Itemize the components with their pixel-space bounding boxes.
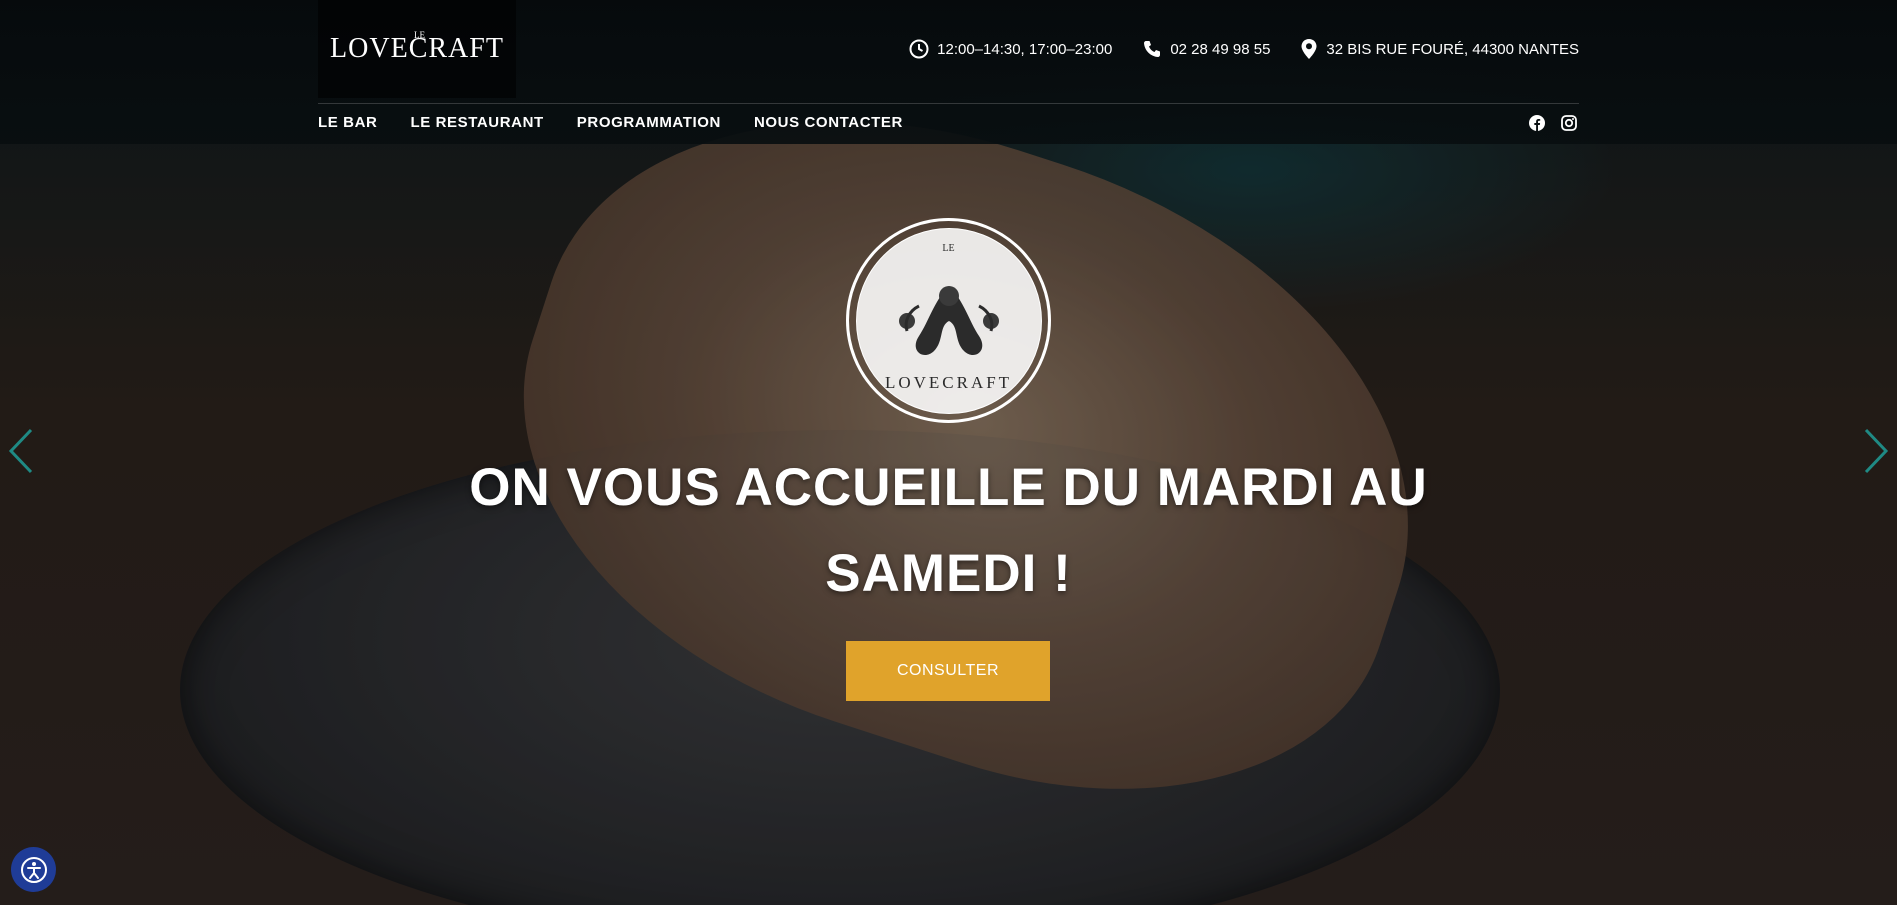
site-header: LE LOVECRAFT 12:00–14:30, 17:00–23:00 02…	[0, 0, 1897, 144]
accessibility-icon	[20, 856, 47, 883]
contact-info: 12:00–14:30, 17:00–23:00 02 28 49 98 55 …	[909, 38, 1579, 60]
nav-item-le-bar[interactable]: LE BAR	[318, 114, 377, 131]
headline-line-2: SAMEDI !	[825, 544, 1072, 603]
opening-hours: 12:00–14:30, 17:00–23:00	[909, 39, 1112, 59]
site-logo[interactable]: LE LOVECRAFT	[318, 0, 516, 98]
facebook-icon[interactable]	[1529, 115, 1545, 131]
instagram-icon[interactable]	[1561, 115, 1577, 131]
address[interactable]: 32 BIS RUE FOURÉ, 44300 NANTES	[1300, 38, 1579, 60]
hero-seal-logo: LE LOVECRAFT	[846, 218, 1051, 423]
seal-name: LOVECRAFT	[884, 372, 1013, 392]
hero-headline: ON VOUS ACCUEILLE DU MARDI AU SAMEDI !	[0, 445, 1897, 617]
nav-item-programmation[interactable]: PROGRAMMATION	[577, 114, 721, 131]
hours-text: 12:00–14:30, 17:00–23:00	[937, 40, 1113, 58]
phone-number[interactable]: 02 28 49 98 55	[1142, 39, 1270, 59]
consult-button[interactable]: CONSULTER	[846, 641, 1050, 701]
phone-text: 02 28 49 98 55	[1170, 40, 1271, 58]
address-text: 32 BIS RUE FOURÉ, 44300 NANTES	[1326, 40, 1579, 58]
nav-item-le-restaurant[interactable]: LE RESTAURANT	[410, 114, 543, 131]
clock-icon	[909, 39, 929, 59]
main-nav: LE BAR LE RESTAURANT PROGRAMMATION NOUS …	[318, 114, 903, 131]
header-divider	[318, 103, 1579, 104]
seal-emblem: LE LOVECRAFT	[855, 227, 1042, 414]
location-pin-icon	[1301, 39, 1317, 59]
logo-prefix: LE	[414, 30, 425, 40]
accessibility-button[interactable]	[11, 847, 56, 892]
social-links	[1529, 115, 1577, 131]
headline-line-1: ON VOUS ACCUEILLE DU MARDI AU	[469, 458, 1428, 517]
nav-item-nous-contacter[interactable]: NOUS CONTACTER	[754, 114, 903, 131]
phone-icon	[1144, 41, 1161, 57]
seal-prefix: LE	[942, 242, 955, 254]
hop-emblem-icon	[898, 285, 999, 355]
